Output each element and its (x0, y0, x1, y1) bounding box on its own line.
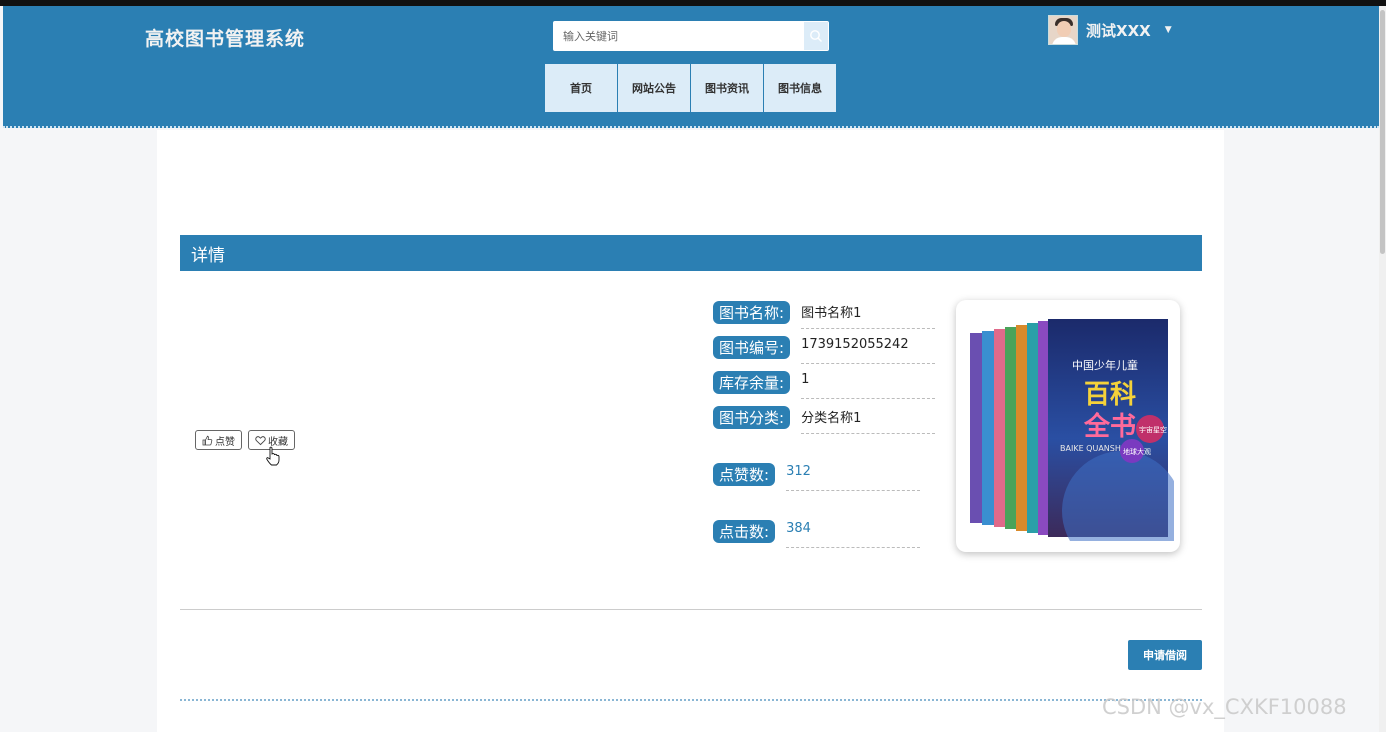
book-cover-card: 中国少年儿童 百科 全书 BAIKE QUANSHU 宇宙星空 地球大观 (956, 300, 1180, 552)
like-label: 点赞 (215, 436, 235, 448)
nav-item-announcements[interactable]: 网站公告 (618, 64, 690, 112)
page-scrollbar[interactable] (1379, 6, 1386, 732)
nav-item-home[interactable]: 首页 (545, 64, 617, 112)
nav-item-book-info[interactable]: 图书信息 (764, 64, 836, 112)
field-value: 1739152055242 (801, 336, 936, 364)
divider (180, 609, 1202, 610)
avatar (1048, 15, 1078, 45)
search-box (553, 21, 829, 51)
cover-pinyin: BAIKE QUANSHU (1060, 444, 1127, 453)
field-category: 图书分类: 分类名称1 (713, 406, 936, 434)
field-book-number: 图书编号: 1739152055242 (713, 336, 936, 364)
heart-icon (255, 435, 266, 445)
nav-item-book-news[interactable]: 图书资讯 (691, 64, 763, 112)
clicks-count: 384 (786, 520, 921, 548)
field-label: 图书名称: (713, 301, 791, 324)
field-stock: 库存余量: 1 (713, 371, 936, 399)
field-label: 图书编号: (713, 336, 791, 359)
field-book-name: 图书名称: 图书名称1 (713, 301, 936, 329)
cover-subtitle: 中国少年儿童 (1072, 358, 1138, 372)
divider (180, 699, 1202, 701)
field-label: 点击数: (713, 520, 776, 543)
field-label: 点赞数: (713, 463, 776, 486)
field-value: 图书名称1 (801, 301, 936, 329)
search-icon (810, 30, 822, 42)
field-label: 库存余量: (713, 371, 791, 394)
likes-count: 312 (786, 463, 921, 491)
apply-borrow-button[interactable]: 申请借阅 (1128, 640, 1202, 670)
thumbs-up-icon (202, 435, 213, 445)
like-button[interactable]: 点赞 (195, 430, 242, 450)
book-cover-image: 中国少年儿童 百科 全书 BAIKE QUANSHU 宇宙星空 地球大观 (970, 319, 1174, 541)
search-input[interactable] (553, 22, 801, 50)
scroll-thumb[interactable] (1380, 10, 1385, 254)
user-menu[interactable]: 测试XXX ▼ (1048, 15, 1172, 45)
user-name: 测试XXX (1086, 21, 1151, 40)
field-value: 分类名称1 (801, 406, 936, 434)
section-title: 详情 (180, 235, 1202, 271)
site-header: 高校图书管理系统 测试XXX ▼ 首页 网站公告 图书资讯 图书信息 (3, 6, 1379, 128)
search-button[interactable] (804, 22, 828, 50)
cover-badge-2: 地球大观 (1123, 447, 1151, 456)
cover-badge-1: 宇宙星空 (1139, 425, 1167, 434)
watermark: CSDN @vx_CXKF10088 (1102, 695, 1347, 719)
main-nav: 首页 网站公告 图书资讯 图书信息 (545, 64, 836, 112)
field-clicks: 点击数: 384 (713, 520, 921, 548)
cover-title-1: 百科 (1084, 380, 1136, 410)
chevron-down-icon: ▼ (1164, 25, 1172, 35)
field-value: 1 (801, 371, 936, 399)
hand-cursor-icon (266, 446, 280, 466)
field-label: 图书分类: (713, 406, 791, 429)
cover-title-2: 全书 (1083, 411, 1136, 442)
main-content: 详情 点赞 收藏 图书名称: 图书名称1 图书编号: 1739152055242… (157, 130, 1224, 732)
field-likes: 点赞数: 312 (713, 463, 921, 491)
site-title: 高校图书管理系统 (145, 28, 306, 50)
